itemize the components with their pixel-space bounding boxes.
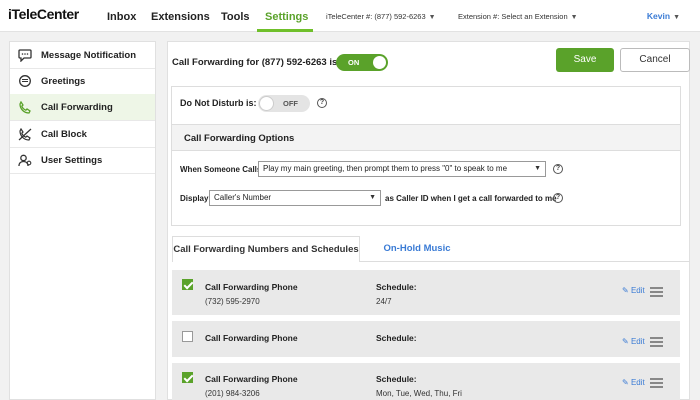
sidebar-item-greetings[interactable]: Greetings xyxy=(10,68,155,95)
edit-label: Edit xyxy=(630,378,645,387)
tab-on-hold-music[interactable]: On-Hold Music xyxy=(372,236,462,262)
sidebar-item-label: Call Block xyxy=(41,129,87,140)
extension-label: Extension #: Select an Extension xyxy=(458,12,568,21)
save-button[interactable]: Save xyxy=(556,48,614,72)
tab-call-forwarding-numbers[interactable]: Call Forwarding Numbers and Schedules xyxy=(172,236,360,262)
sidebar-item-call-forwarding[interactable]: Call Forwarding xyxy=(10,94,155,121)
card-title: Call Forwarding Phone xyxy=(205,333,298,343)
edit-label: Edit xyxy=(630,337,645,346)
drag-handle-icon[interactable] xyxy=(650,378,663,388)
pencil-icon: ✎ xyxy=(622,337,629,346)
chevron-down-icon: ▼ xyxy=(369,194,376,201)
phone-number-dropdown[interactable]: iTeleCenter #: (877) 592-6263 ▼ xyxy=(326,12,436,21)
caller-id-select[interactable]: Caller's Number ▼ xyxy=(209,190,381,206)
chevron-down-icon: ▼ xyxy=(673,14,680,21)
user-menu[interactable]: Kevin ▼ xyxy=(647,11,680,21)
edit-link[interactable]: ✎ Edit xyxy=(622,286,645,295)
chevron-down-icon: ▼ xyxy=(428,14,436,21)
schedule-value: 24/7 xyxy=(376,297,392,306)
nav-extensions[interactable]: Extensions xyxy=(151,11,210,23)
card-title: Call Forwarding Phone xyxy=(205,282,298,292)
pencil-icon: ✎ xyxy=(622,378,629,387)
chevron-down-icon: ▼ xyxy=(570,14,578,21)
phone-icon xyxy=(19,101,31,114)
pencil-icon: ✎ xyxy=(622,286,629,295)
card-phone: (201) 984-3206 xyxy=(205,389,260,398)
toggle-knob xyxy=(373,56,386,69)
cancel-button[interactable]: Cancel xyxy=(620,48,690,72)
help-icon[interactable]: ? xyxy=(553,193,563,203)
schedule-label: Schedule: xyxy=(376,282,417,292)
user-name: Kevin xyxy=(646,11,671,21)
schedule-label: Schedule: xyxy=(376,333,417,343)
sidebar-item-message-notification[interactable]: Message Notification xyxy=(10,42,155,69)
schedule-checkbox[interactable] xyxy=(182,372,193,383)
toggle-knob xyxy=(259,96,274,111)
tab-divider xyxy=(360,261,690,262)
dnd-label: Do Not Disturb is: xyxy=(180,98,257,108)
sidebar-item-label: Message Notification xyxy=(41,50,137,61)
schedule-value: Mon, Tue, Wed, Thu, Fri xyxy=(376,389,462,398)
card-title: Call Forwarding Phone xyxy=(205,374,298,384)
toggle-label: ON xyxy=(348,58,360,67)
schedule-checkbox[interactable] xyxy=(182,279,193,290)
options-header: Call Forwarding Options xyxy=(172,124,680,151)
toggle-label: OFF xyxy=(283,99,298,108)
nav-inbox[interactable]: Inbox xyxy=(107,11,136,23)
card-phone: (732) 595-2970 xyxy=(205,297,260,306)
sidebar-item-label: User Settings xyxy=(41,155,103,166)
caller-id-suffix: as Caller ID when I get a call forwarded… xyxy=(385,194,557,203)
nav-tools[interactable]: Tools xyxy=(221,11,250,23)
schedule-card: Call Forwarding Phone (732) 595-2970 Sch… xyxy=(172,270,680,315)
logo-text: iTeleCenter xyxy=(8,6,79,22)
display-label: Display xyxy=(180,194,209,203)
sidebar-item-call-block[interactable]: Call Block xyxy=(10,121,155,148)
nav-settings[interactable]: Settings xyxy=(265,11,308,23)
extension-dropdown[interactable]: Extension #: Select an Extension ▼ xyxy=(458,12,578,21)
drag-handle-icon[interactable] xyxy=(650,287,663,297)
blocked-phone-icon xyxy=(18,128,32,141)
edit-link[interactable]: ✎ Edit xyxy=(622,378,645,387)
sidebar-item-user-settings[interactable]: User Settings xyxy=(10,147,155,174)
speech-bubble-icon xyxy=(18,49,32,62)
dnd-toggle[interactable]: OFF xyxy=(258,95,310,112)
drag-handle-icon[interactable] xyxy=(650,337,663,347)
schedule-label: Schedule: xyxy=(376,374,417,384)
phone-number-label: iTeleCenter #: (877) 592-6263 xyxy=(326,12,426,21)
sidebar: Message Notification Greetings Call Forw… xyxy=(9,41,156,400)
sidebar-item-label: Call Forwarding xyxy=(41,102,113,113)
chevron-down-icon: ▼ xyxy=(534,165,541,172)
select-value: Caller's Number xyxy=(214,193,272,202)
schedule-card: Call Forwarding Phone Schedule: ✎ Edit xyxy=(172,321,680,357)
call-forwarding-toggle[interactable]: ON xyxy=(336,54,388,71)
help-icon[interactable]: ? xyxy=(317,98,327,108)
when-someone-calls-select[interactable]: Play my main greeting, then prompt them … xyxy=(258,161,546,177)
help-icon[interactable]: ? xyxy=(553,164,563,174)
options-header-text: Call Forwarding Options xyxy=(184,133,295,144)
schedule-card: Call Forwarding Phone (201) 984-3206 Sch… xyxy=(172,363,680,400)
when-someone-calls-label: When Someone Calls xyxy=(180,165,262,174)
active-nav-indicator xyxy=(257,29,313,32)
schedule-checkbox[interactable] xyxy=(182,331,193,342)
top-navigation: iTeleCenter Inbox Extensions Tools Setti… xyxy=(0,0,700,32)
logo[interactable]: iTeleCenter xyxy=(8,6,79,22)
edit-label: Edit xyxy=(630,286,645,295)
select-value: Play my main greeting, then prompt them … xyxy=(263,164,508,173)
edit-link[interactable]: ✎ Edit xyxy=(622,337,645,346)
sidebar-item-label: Greetings xyxy=(41,76,86,87)
user-settings-icon xyxy=(18,154,32,167)
greeting-bubble-icon xyxy=(19,75,31,87)
page-title: Call Forwarding for (877) 592-6263 is: xyxy=(172,57,341,68)
